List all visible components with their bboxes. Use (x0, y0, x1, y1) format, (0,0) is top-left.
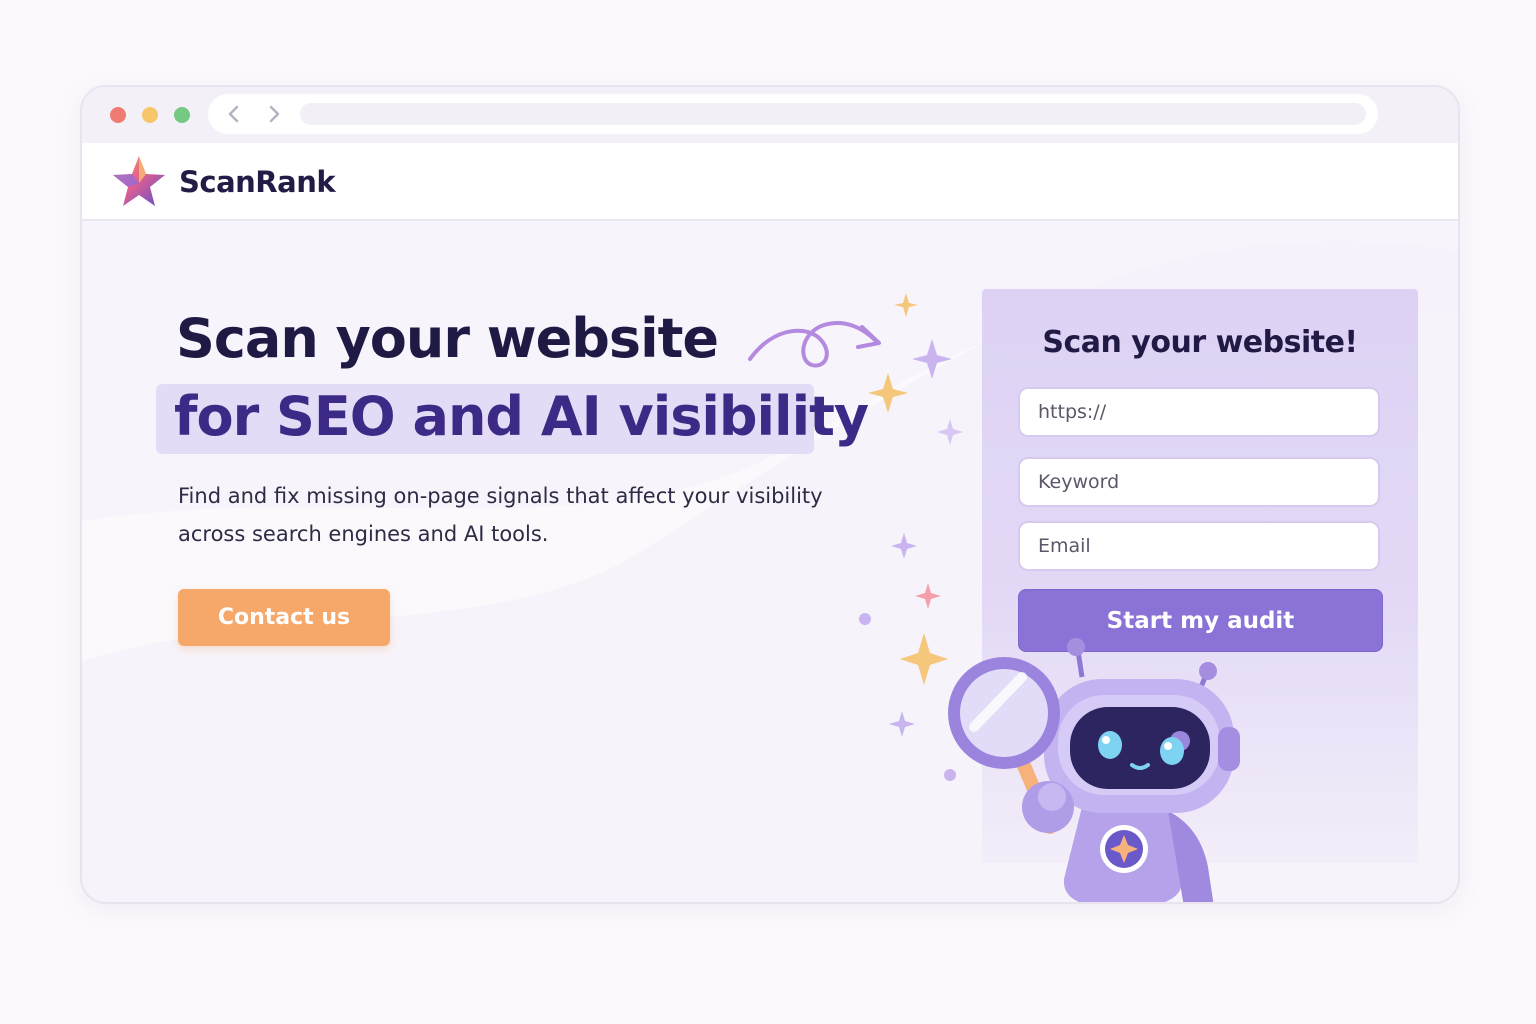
star-logo-icon[interactable] (110, 153, 168, 211)
window-close-dot[interactable] (110, 107, 126, 123)
address-bar (208, 94, 1378, 134)
robot-with-magnifier-icon (948, 638, 1240, 902)
chevron-right-icon[interactable] (260, 100, 288, 128)
hero-subtext: Find and fix missing on-page signals tha… (178, 484, 823, 546)
browser-window: ScanRank Scan your website for SEO and A… (80, 85, 1460, 904)
chevron-left-icon[interactable] (220, 100, 248, 128)
hero-headline-line2: for SEO and AI visibility (174, 385, 869, 448)
window-minimize-dot[interactable] (142, 107, 158, 123)
url-input[interactable] (300, 103, 1366, 125)
keyword-input[interactable] (1018, 457, 1380, 507)
browser-titlebar (82, 87, 1458, 143)
hero-section: Scan your website for SEO and AI visibil… (82, 221, 1458, 902)
site-header: ScanRank (82, 143, 1458, 221)
window-maximize-dot[interactable] (174, 107, 190, 123)
contact-us-button[interactable]: Contact us (178, 589, 390, 646)
brand-name[interactable]: ScanRank (179, 165, 336, 199)
website-url-input[interactable] (1018, 387, 1380, 437)
email-input[interactable] (1018, 521, 1380, 571)
form-title: Scan your website! (1042, 325, 1358, 360)
hero-headline-line1: Scan your website (176, 307, 719, 370)
